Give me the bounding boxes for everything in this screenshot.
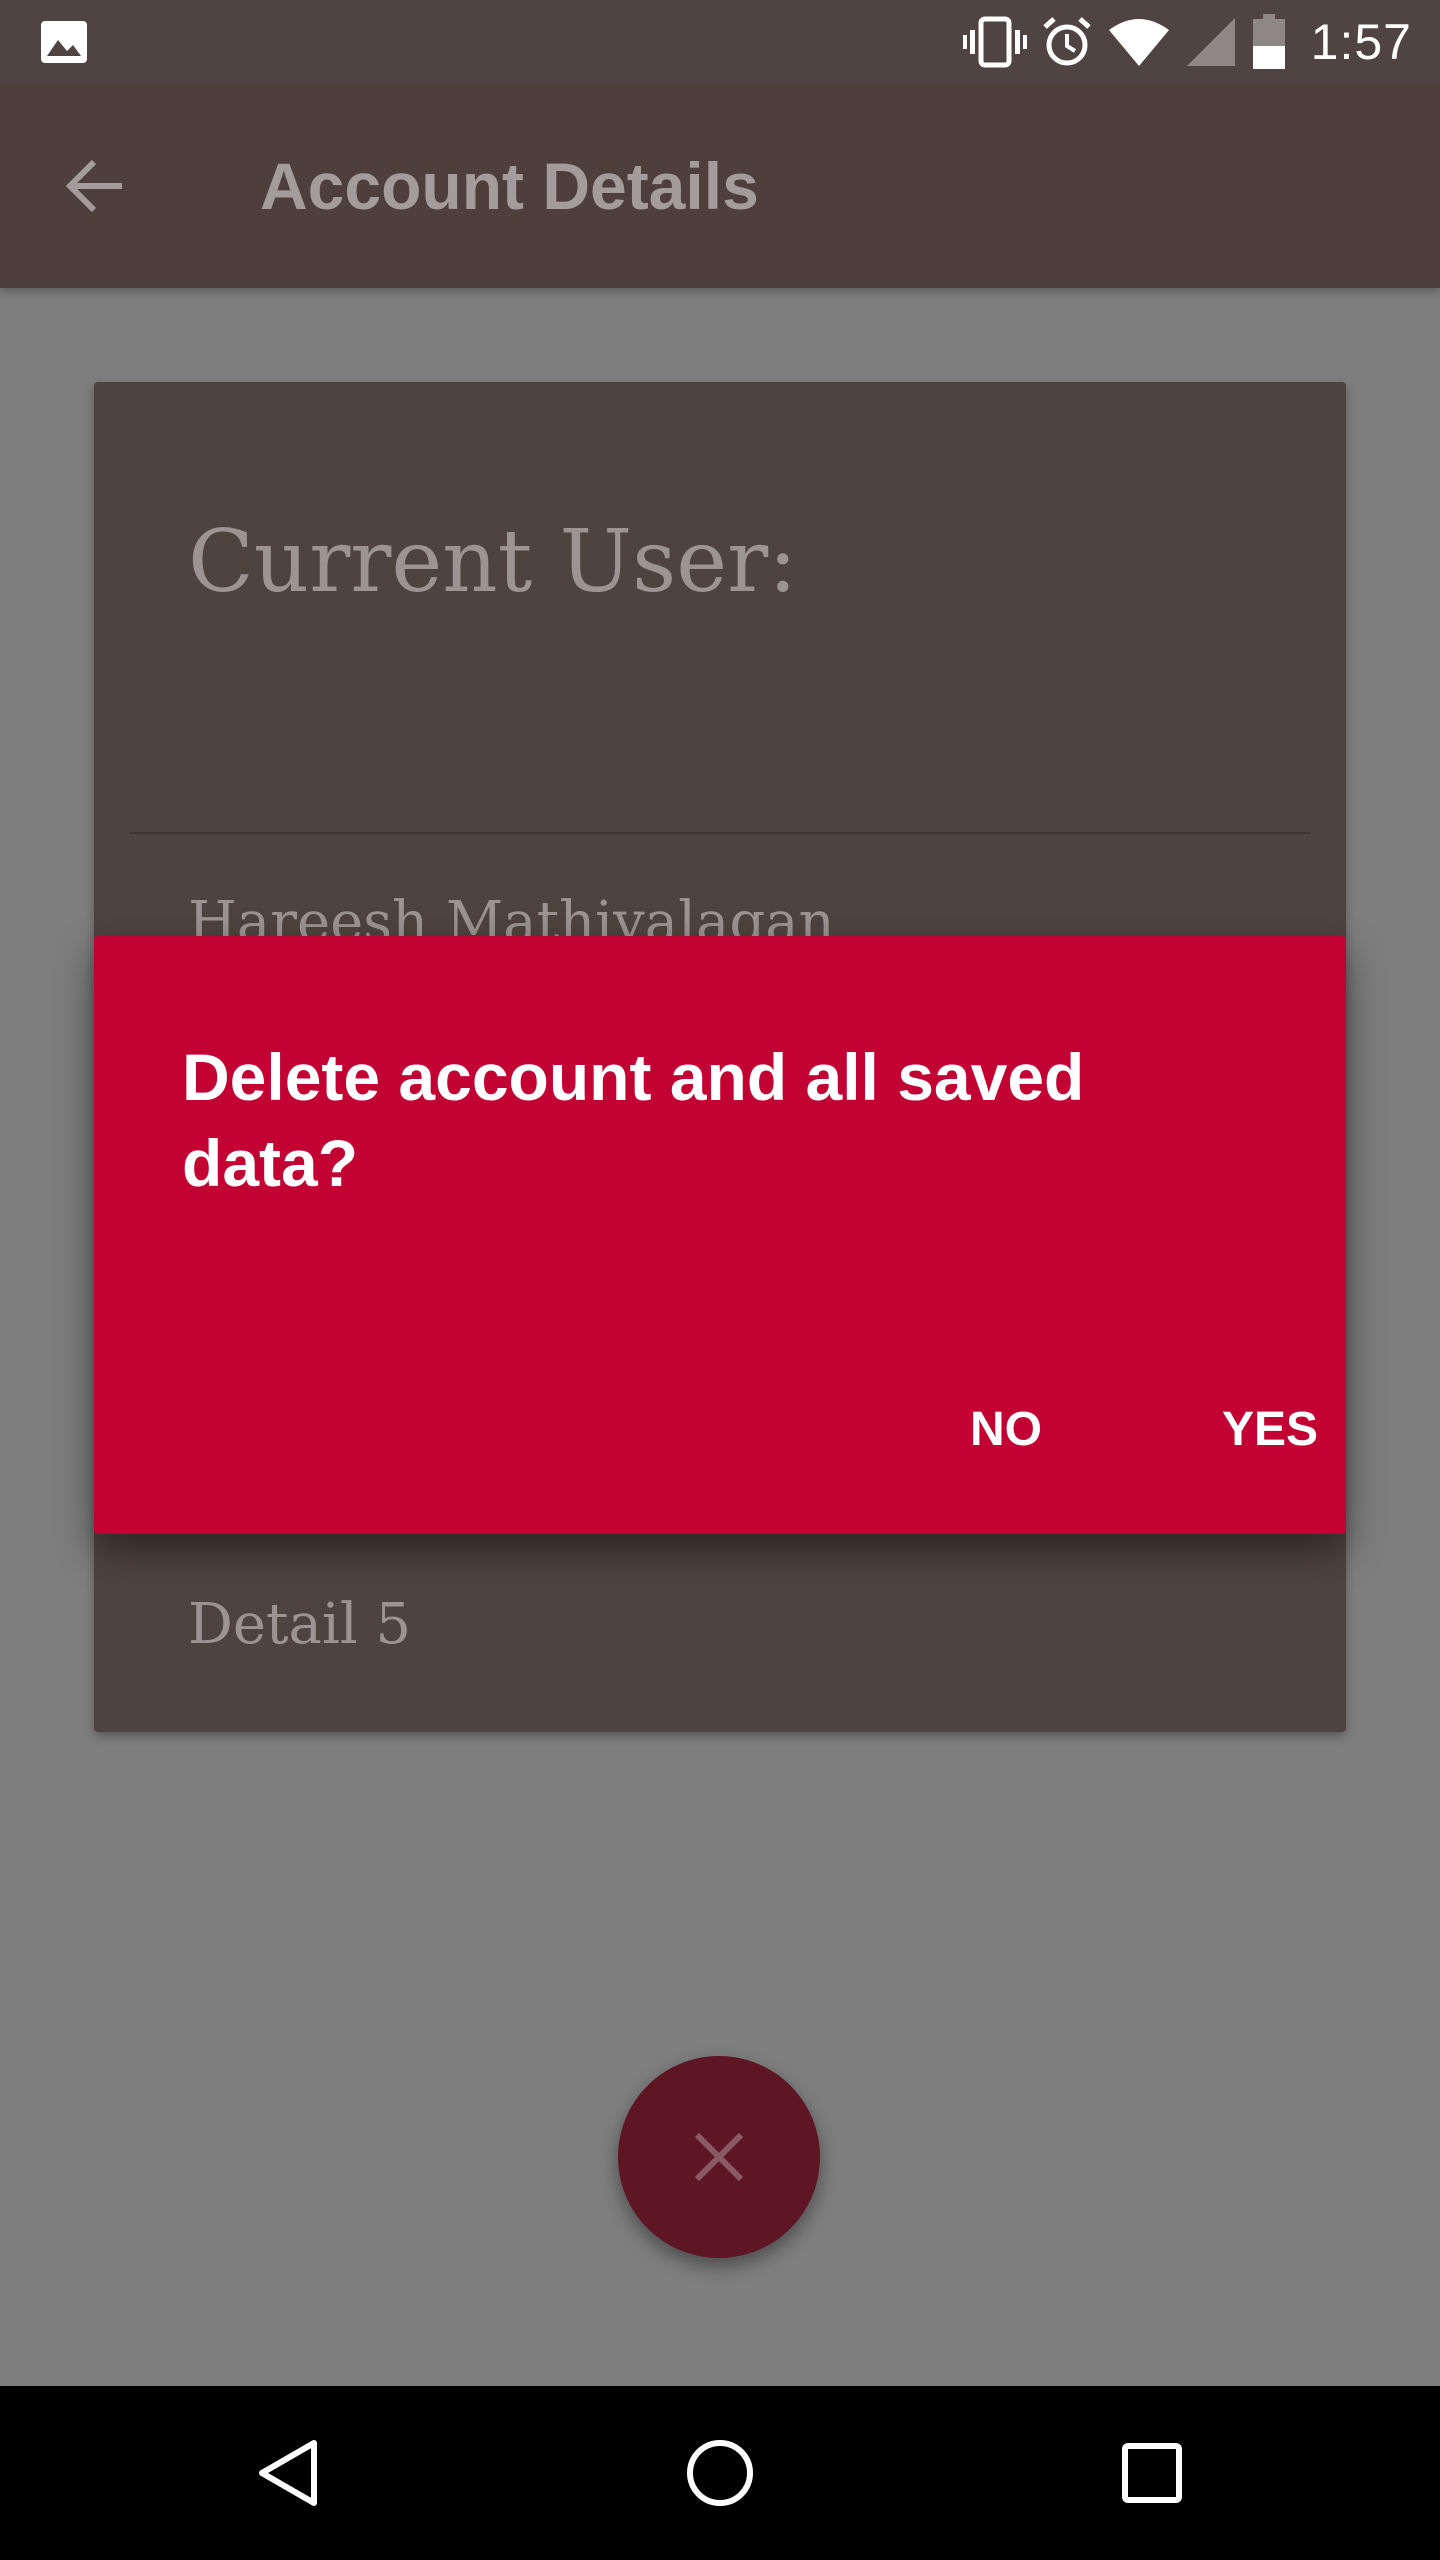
yes-button[interactable]: YES — [1198, 1382, 1342, 1478]
nav-recents-button[interactable] — [1102, 2423, 1202, 2523]
image-notification-icon — [40, 20, 88, 64]
alarm-icon — [1043, 17, 1091, 66]
cellular-signal-icon — [1186, 18, 1235, 66]
nav-back-icon — [259, 2440, 317, 2506]
nav-home-icon — [687, 2440, 753, 2506]
dialog-message: Delete account and all saved data? — [182, 1040, 1085, 1200]
no-button[interactable]: NO — [946, 1382, 1066, 1478]
page-title: Account Details — [260, 149, 759, 223]
detail-5: Detail 5 — [188, 1592, 412, 1657]
wifi-icon — [1108, 19, 1169, 66]
vibrate-icon — [962, 16, 1027, 68]
battery-icon — [1252, 14, 1285, 69]
nav-back-button[interactable] — [238, 2423, 338, 2523]
delete-fab[interactable] — [618, 2056, 820, 2258]
nav-home-button[interactable] — [670, 2423, 770, 2523]
delete-confirm-dialog: Delete account and all saved data? NO YE… — [94, 936, 1346, 1534]
close-icon — [694, 2132, 744, 2182]
card-title: Current User: — [188, 512, 798, 612]
arrow-back-icon — [65, 159, 122, 213]
status-icons: 1:57 — [962, 0, 1412, 84]
back-button[interactable] — [56, 146, 136, 226]
clock: 1:57 — [1310, 14, 1412, 70]
app-bar: Account Details — [0, 84, 1440, 288]
divider — [130, 832, 1310, 834]
status-bar: 1:57 — [0, 0, 1440, 84]
navigation-bar — [0, 2386, 1440, 2560]
nav-recents-icon — [1122, 2443, 1182, 2503]
